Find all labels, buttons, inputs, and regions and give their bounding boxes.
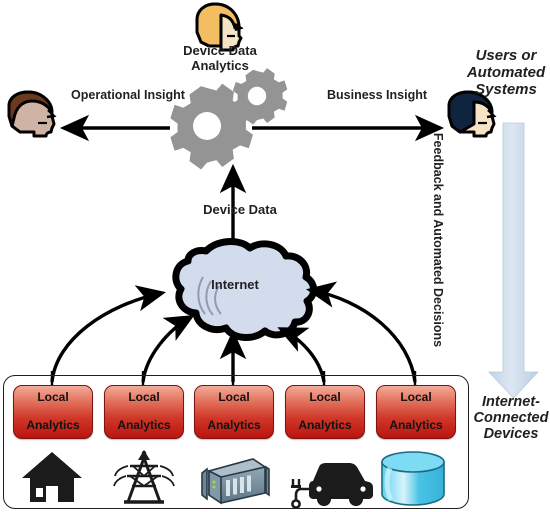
internet-label: Internet: [211, 277, 259, 292]
iot-architecture-diagram: Device Data Analytics Operational Insigh…: [0, 0, 550, 512]
operational-insight-label: Operational Insight: [71, 88, 185, 102]
local-analytics-line1: Local: [37, 390, 69, 405]
person-head-brown-icon: [7, 90, 57, 138]
feedback-and-automated-decisions-label: Feedback and Automated Decisions: [431, 132, 445, 348]
local-analytics-line2: Analytics: [26, 417, 80, 432]
local-analytics-line1: Local: [309, 390, 341, 405]
gears-group: [170, 68, 288, 170]
uplink-arrow-2: [141, 314, 195, 383]
local-analytics-line1: Local: [400, 390, 432, 405]
person-head-dark-icon: [447, 90, 497, 138]
feedback-arrow: [488, 122, 539, 399]
users-or-automated-systems-label: Users or Automated Systems: [466, 47, 546, 98]
local-analytics-box-electric-vehicle[interactable]: Local Analytics: [285, 385, 365, 439]
local-analytics-line1: Local: [128, 390, 160, 405]
local-analytics-box-utility-grid[interactable]: Local Analytics: [104, 385, 184, 439]
local-analytics-box-server[interactable]: Local Analytics: [194, 385, 274, 439]
business-insight-label: Business Insight: [326, 88, 428, 102]
local-analytics-line2: Analytics: [389, 417, 443, 432]
device-data-analytics-label: Device Data Analytics: [183, 43, 257, 73]
local-analytics-line2: Analytics: [117, 417, 171, 432]
local-analytics-line2: Analytics: [298, 417, 352, 432]
local-analytics-box-database[interactable]: Local Analytics: [376, 385, 456, 439]
local-analytics-line1: Local: [218, 390, 250, 405]
local-analytics-box-home[interactable]: Local Analytics: [13, 385, 93, 439]
uplink-arrow-5: [305, 281, 417, 383]
internet-connected-devices-label: Internet-Connected Devices: [473, 394, 549, 443]
device-data-label: Device Data: [203, 202, 277, 217]
local-analytics-line2: Analytics: [207, 417, 261, 432]
